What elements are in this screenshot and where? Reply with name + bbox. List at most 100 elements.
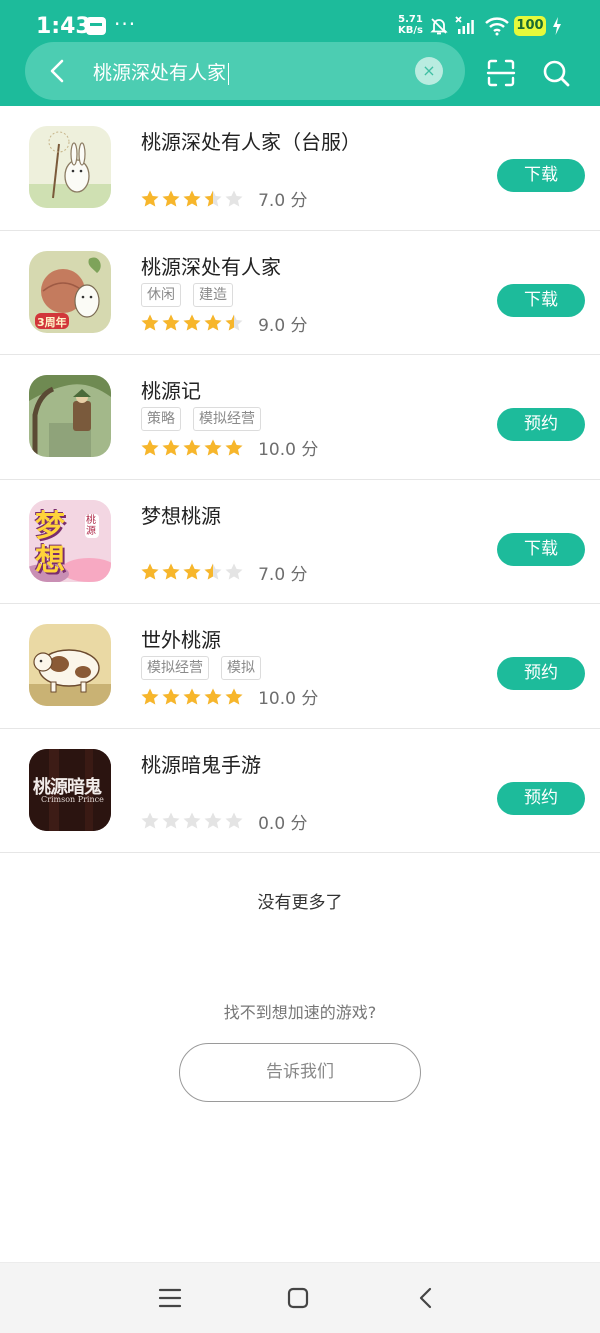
star-icon bbox=[225, 314, 243, 331]
game-name: 桃源深处有人家 bbox=[141, 254, 281, 279]
tag: 建造 bbox=[193, 282, 233, 307]
list-item[interactable]: 桃源记 策略 模拟经营 10.0 分 预约 bbox=[0, 355, 600, 480]
rating: 7.0 分 bbox=[140, 186, 308, 211]
back-icon[interactable] bbox=[413, 1285, 439, 1311]
star-icon bbox=[162, 314, 180, 331]
star-icon bbox=[204, 314, 222, 331]
net-speed-unit: KB/s bbox=[398, 25, 423, 36]
battery-indicator: 100 bbox=[514, 16, 546, 36]
text-caret bbox=[228, 62, 230, 85]
scan-icon[interactable] bbox=[485, 57, 517, 89]
home-square-icon[interactable] bbox=[285, 1285, 311, 1311]
search-icon[interactable] bbox=[540, 57, 572, 89]
more-notifications-icon: ··· bbox=[114, 12, 137, 36]
rating-stars bbox=[140, 313, 245, 334]
clear-search-button[interactable]: × bbox=[415, 57, 443, 85]
download-button[interactable]: 下载 bbox=[497, 283, 585, 317]
star-icon bbox=[162, 439, 180, 456]
search-query: 桃源深处有人家 bbox=[93, 62, 227, 84]
list-item[interactable]: 桃源深处有人家（台服） 7.0 分 下载 bbox=[0, 106, 600, 231]
star-icon bbox=[204, 190, 222, 207]
game-name: 桃源暗鬼手游 bbox=[141, 752, 261, 777]
star-icon bbox=[204, 812, 222, 829]
star-icon bbox=[162, 190, 180, 207]
signal-no-sim-icon bbox=[455, 16, 474, 34]
back-arrow-icon[interactable] bbox=[43, 55, 71, 87]
star-icon bbox=[225, 190, 243, 207]
star-icon bbox=[183, 190, 201, 207]
game-name: 桃源记 bbox=[141, 379, 201, 403]
system-nav-bar bbox=[0, 1262, 600, 1333]
star-icon bbox=[141, 314, 159, 331]
score: 9.0 分 bbox=[258, 315, 308, 336]
dream-logo-icon: 梦想 桃源 bbox=[29, 499, 111, 582]
rating-stars bbox=[140, 437, 245, 458]
star-icon bbox=[225, 439, 243, 456]
rating-stars bbox=[140, 562, 245, 583]
ink-painting-icon bbox=[29, 375, 111, 457]
search-bar[interactable] bbox=[25, 42, 465, 100]
wifi-icon bbox=[485, 17, 509, 36]
cow-icon bbox=[29, 624, 111, 706]
dandelion-rabbit-icon bbox=[29, 126, 111, 208]
list-item[interactable]: 梦想 桃源 梦想桃源 7.0 分 下载 bbox=[0, 480, 600, 604]
tag-list: 策略 模拟经营 bbox=[141, 407, 273, 431]
list-item[interactable]: 桃源暗鬼 Crimson Prince 桃源暗鬼手游 0.0 分 预约 bbox=[0, 729, 600, 853]
game-name: 桃源深处有人家（台服） bbox=[141, 130, 361, 154]
score: 10.0 分 bbox=[258, 440, 319, 460]
charging-bolt-icon bbox=[553, 17, 561, 35]
star-icon bbox=[183, 314, 201, 331]
reserve-button[interactable]: 预约 bbox=[497, 781, 585, 815]
star-icon bbox=[204, 688, 222, 705]
net-speed: 5.71 KB/s bbox=[398, 14, 423, 36]
reserve-button[interactable]: 预约 bbox=[497, 657, 585, 690]
logo-sub: Crimson Prince bbox=[41, 794, 104, 804]
star-icon bbox=[183, 563, 201, 580]
tag: 模拟 bbox=[221, 656, 261, 680]
tag-list: 模拟经营 模拟 bbox=[141, 656, 273, 680]
star-icon bbox=[183, 812, 201, 829]
anniversary-badge: 3周年 bbox=[37, 315, 67, 329]
game-name: 梦想桃源 bbox=[141, 503, 221, 528]
star-icon bbox=[162, 812, 180, 829]
rating: 7.0 分 bbox=[140, 560, 308, 585]
star-icon bbox=[183, 439, 201, 456]
game-list: 桃源深处有人家（台服） 7.0 分 下载 3周年 桃源深处有人家 休闲 建造 9… bbox=[0, 106, 600, 853]
star-icon bbox=[141, 563, 159, 580]
star-icon bbox=[141, 439, 159, 456]
tell-us-button[interactable]: 告诉我们 bbox=[179, 1043, 421, 1102]
rating: 10.0 分 bbox=[140, 435, 319, 460]
download-button[interactable]: 下载 bbox=[497, 159, 585, 192]
list-item[interactable]: 世外桃源 模拟经营 模拟 10.0 分 预约 bbox=[0, 604, 600, 729]
score: 0.0 分 bbox=[258, 813, 308, 834]
star-icon bbox=[183, 688, 201, 705]
rating-stars bbox=[140, 686, 245, 707]
search-input[interactable]: 桃源深处有人家 bbox=[93, 58, 230, 85]
download-button[interactable]: 下载 bbox=[497, 532, 585, 566]
star-icon bbox=[162, 688, 180, 705]
rating: 10.0 分 bbox=[140, 684, 319, 709]
star-icon bbox=[204, 563, 222, 580]
not-found-hint: 找不到想加速的游戏? bbox=[223, 1003, 377, 1022]
score: 7.0 分 bbox=[258, 191, 308, 211]
menu-icon[interactable] bbox=[157, 1285, 183, 1311]
rating: 0.0 分 bbox=[140, 809, 308, 834]
tag: 休闲 bbox=[141, 282, 181, 307]
score: 7.0 分 bbox=[258, 564, 308, 585]
star-icon bbox=[162, 563, 180, 580]
tag: 模拟经营 bbox=[193, 407, 261, 431]
rating-stars bbox=[140, 811, 245, 832]
score: 10.0 分 bbox=[258, 689, 319, 709]
dark-ghost-icon: 桃源暗鬼 Crimson Prince bbox=[29, 748, 111, 831]
rating-stars bbox=[140, 188, 245, 209]
star-icon bbox=[141, 688, 159, 705]
game-name: 世外桃源 bbox=[141, 628, 221, 652]
tag: 策略 bbox=[141, 407, 181, 431]
net-speed-value: 5.71 bbox=[398, 14, 423, 25]
star-icon bbox=[225, 688, 243, 705]
reserve-button[interactable]: 预约 bbox=[497, 408, 585, 441]
list-item[interactable]: 3周年 桃源深处有人家 休闲 建造 9.0 分 下载 bbox=[0, 231, 600, 355]
star-icon bbox=[141, 812, 159, 829]
star-icon bbox=[225, 563, 243, 580]
notification-app-icon bbox=[86, 17, 106, 35]
